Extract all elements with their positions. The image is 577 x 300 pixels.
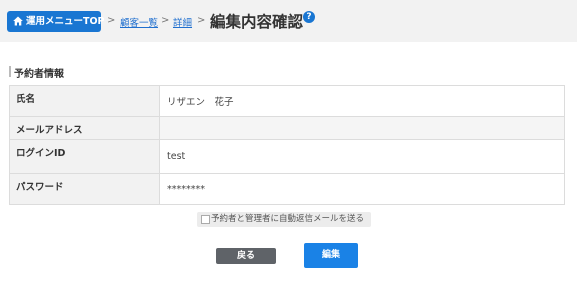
- table-row: 氏名 リザエン 花子: [9, 85, 565, 117]
- home-icon: [13, 16, 23, 26]
- auto-reply-label: 予約者と管理者に自動返信メールを送る: [211, 214, 365, 224]
- edit-button[interactable]: 編集: [304, 243, 358, 268]
- breadcrumb-separator: >: [161, 15, 170, 26]
- field-label-login-id: ログインID: [9, 139, 160, 174]
- field-label-password: パスワード: [9, 173, 160, 205]
- back-button[interactable]: 戻る: [216, 248, 276, 264]
- field-label-name: 氏名: [9, 85, 160, 117]
- page-title: 編集内容確認: [210, 13, 304, 31]
- table-row: メールアドレス: [9, 116, 565, 140]
- menu-top-label: 運用メニューTOP: [26, 16, 105, 27]
- field-value-name: リザエン 花子: [159, 85, 565, 117]
- breadcrumb-detail[interactable]: 詳細: [173, 15, 192, 29]
- field-value-login-id: test: [159, 139, 565, 174]
- breadcrumb-separator: >: [197, 15, 206, 26]
- auto-reply-checkbox[interactable]: [201, 215, 210, 224]
- table-row: ログインID test: [9, 139, 565, 174]
- field-value-email: [159, 116, 565, 140]
- page-header: 運用メニューTOP > 顧客一覧 > 詳細 > 編集内容確認 ?: [0, 0, 577, 42]
- auto-reply-mail-option[interactable]: 予約者と管理者に自動返信メールを送る: [197, 212, 371, 227]
- field-label-email: メールアドレス: [9, 116, 160, 140]
- help-icon[interactable]: ?: [303, 11, 315, 23]
- field-value-password: ********: [159, 173, 565, 205]
- table-row: パスワード ********: [9, 173, 565, 205]
- section-title: 予約者情報: [14, 69, 64, 80]
- breadcrumb-separator: >: [107, 15, 116, 26]
- breadcrumb-customer-list[interactable]: 顧客一覧: [120, 15, 158, 29]
- section-marker: [9, 66, 11, 77]
- menu-top-button[interactable]: 運用メニューTOP: [7, 11, 105, 32]
- reservation-info-table: 氏名 リザエン 花子 メールアドレス ログインID test パスワード ***…: [9, 85, 565, 205]
